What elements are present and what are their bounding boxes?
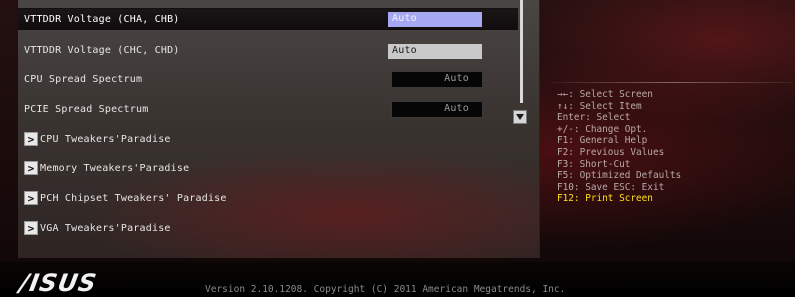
setting-vttddr-voltage-chc-chd[interactable]: VTTDDR Voltage (CHC, CHD) Auto (18, 40, 518, 62)
setting-value[interactable]: Auto (388, 12, 482, 27)
version-text: Version 2.10.1208. Copyright (C) 2011 Am… (205, 284, 566, 295)
chevron-right-icon: > (24, 161, 38, 175)
help-line: F1: General Help (557, 135, 648, 147)
settings-panel: VTTDDR Voltage (CHA, CHB) Auto VTTDDR Vo… (18, 0, 540, 258)
chevron-right-icon: > (24, 132, 38, 146)
setting-label: VTTDDR Voltage (CHA, CHB) (24, 14, 180, 25)
submenu-vga-tweakers-paradise[interactable]: > VGA Tweakers'Paradise (18, 218, 518, 240)
help-line: F2: Previous Values (557, 146, 665, 158)
scroll-down-button[interactable] (513, 110, 527, 124)
help-divider (553, 82, 793, 83)
asus-logo: /ISUS (17, 269, 100, 297)
setting-value[interactable]: Auto (388, 44, 482, 59)
chevron-right-icon: > (24, 191, 38, 205)
help-line: F5: Optimized Defaults (557, 170, 682, 182)
setting-pcie-spread-spectrum[interactable]: PCIE Spread Spectrum Auto (18, 99, 518, 121)
setting-label: CPU Spread Spectrum (24, 74, 143, 85)
submenu-label: VGA Tweakers'Paradise (40, 223, 171, 234)
submenu-label: CPU Tweakers'Paradise (40, 134, 171, 145)
help-line: F3: Short-Cut (557, 158, 631, 170)
submenu-label: Memory Tweakers'Paradise (40, 163, 190, 174)
submenu-cpu-tweakers-paradise[interactable]: > CPU Tweakers'Paradise (18, 129, 518, 151)
help-line: ↑↓: Select Item (557, 100, 642, 112)
scrollbar[interactable] (520, 0, 523, 103)
help-line: Enter: Select (557, 112, 631, 124)
chevron-right-icon: > (24, 221, 38, 235)
help-line-print-screen: F12: Print Screen (557, 193, 653, 205)
help-line: →←: Select Screen (557, 89, 653, 100)
setting-label: PCIE Spread Spectrum (24, 104, 149, 115)
submenu-memory-tweakers-paradise[interactable]: > Memory Tweakers'Paradise (18, 158, 518, 180)
bios-screen: VTTDDR Voltage (CHA, CHB) Auto VTTDDR Vo… (0, 0, 795, 297)
help-line: F10: Save ESC: Exit (557, 181, 665, 193)
setting-label: VTTDDR Voltage (CHC, CHD) (24, 45, 180, 56)
triangle-down-icon (516, 114, 524, 120)
setting-vttddr-voltage-cha-chb[interactable]: VTTDDR Voltage (CHA, CHB) Auto (18, 8, 518, 30)
setting-value[interactable]: Auto (391, 71, 483, 88)
setting-cpu-spread-spectrum[interactable]: CPU Spread Spectrum Auto (18, 69, 518, 91)
submenu-pch-chipset-tweakers-paradise[interactable]: > PCH Chipset Tweakers' Paradise (18, 188, 518, 210)
key-help-panel: →←: Select Screen ↑↓: Select Item Enter:… (557, 89, 681, 205)
submenu-label: PCH Chipset Tweakers' Paradise (40, 193, 227, 204)
help-line: +/-: Change Opt. (557, 123, 648, 135)
setting-value[interactable]: Auto (391, 101, 483, 118)
